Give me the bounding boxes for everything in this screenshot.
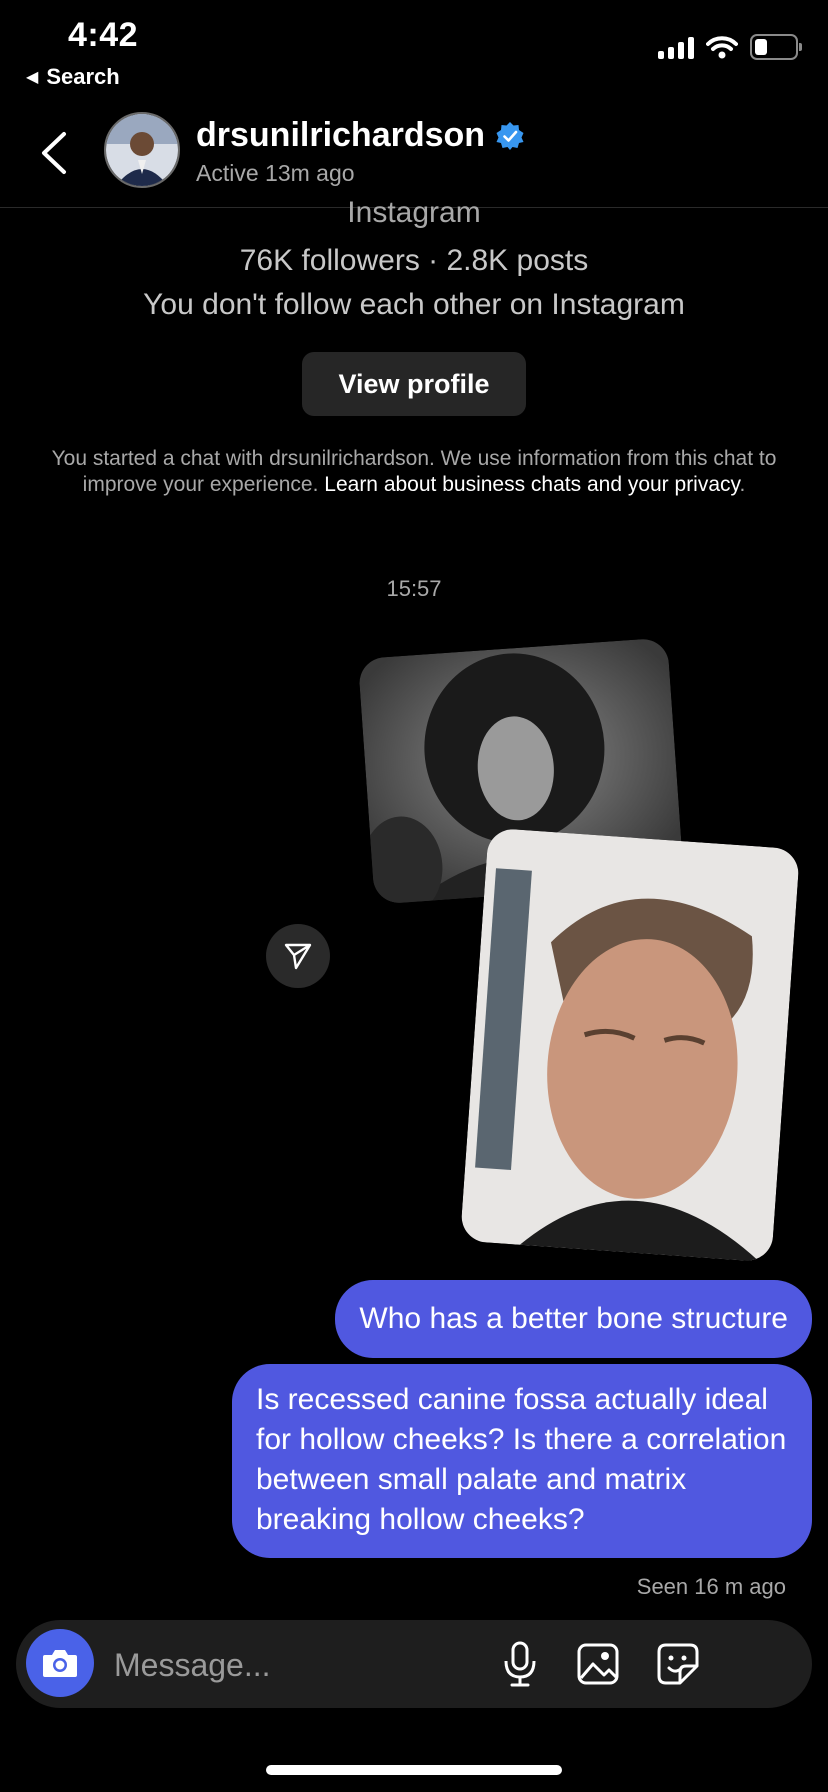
- back-chevron-icon[interactable]: [34, 128, 78, 178]
- sticker-icon: [657, 1643, 699, 1685]
- back-app-label: Search: [46, 64, 120, 89]
- status-time: 4:42: [68, 16, 139, 54]
- chat-header: drsunilrichardson Active 13m ago: [0, 100, 828, 208]
- follow-status: You don't follow each other on Instagram: [143, 288, 685, 321]
- message-input[interactable]: [112, 1634, 476, 1696]
- shared-photo-2[interactable]: [459, 827, 801, 1263]
- back-triangle-icon: ◀: [26, 69, 39, 86]
- sticker-button[interactable]: [652, 1638, 704, 1690]
- paper-plane-icon: [284, 943, 312, 970]
- message-bubble-sent[interactable]: Who has a better bone structure: [335, 1280, 812, 1358]
- business-chat-notice: You started a chat with drsunilrichardso…: [30, 446, 798, 498]
- camera-button[interactable]: [26, 1629, 94, 1697]
- battery-icon: [750, 34, 802, 60]
- notice-suffix: .: [739, 473, 746, 496]
- back-to-app-link[interactable]: ◀ Search: [26, 64, 120, 90]
- microphone-icon: [504, 1641, 536, 1687]
- gallery-icon: [577, 1643, 619, 1685]
- username[interactable]: drsunilrichardson: [196, 116, 525, 155]
- username-text: drsunilrichardson: [196, 116, 486, 154]
- signal-icon: [658, 35, 694, 59]
- avatar[interactable]: [104, 112, 180, 188]
- active-status: Active 13m ago: [196, 160, 355, 186]
- wifi-icon: [706, 36, 738, 59]
- message-bubble-sent[interactable]: Is recessed canine fossa actually ideal …: [232, 1364, 812, 1558]
- status-icons: [658, 34, 802, 60]
- platform-label: Instagram: [347, 196, 481, 229]
- home-indicator[interactable]: [266, 1765, 562, 1775]
- seen-status: Seen 16 m ago: [636, 1574, 786, 1599]
- microphone-button[interactable]: [494, 1638, 546, 1690]
- profile-stats: 76K followers · 2.8K posts: [239, 244, 589, 277]
- message-timestamp: 15:57: [386, 576, 442, 601]
- gallery-button[interactable]: [572, 1638, 624, 1690]
- share-button[interactable]: [266, 924, 330, 988]
- message-composer: [16, 1620, 812, 1708]
- privacy-link[interactable]: Learn about business chats and your priv…: [324, 473, 739, 496]
- view-profile-button[interactable]: View profile: [302, 352, 526, 416]
- verified-badge-icon: [496, 121, 524, 150]
- camera-icon: [43, 1650, 77, 1677]
